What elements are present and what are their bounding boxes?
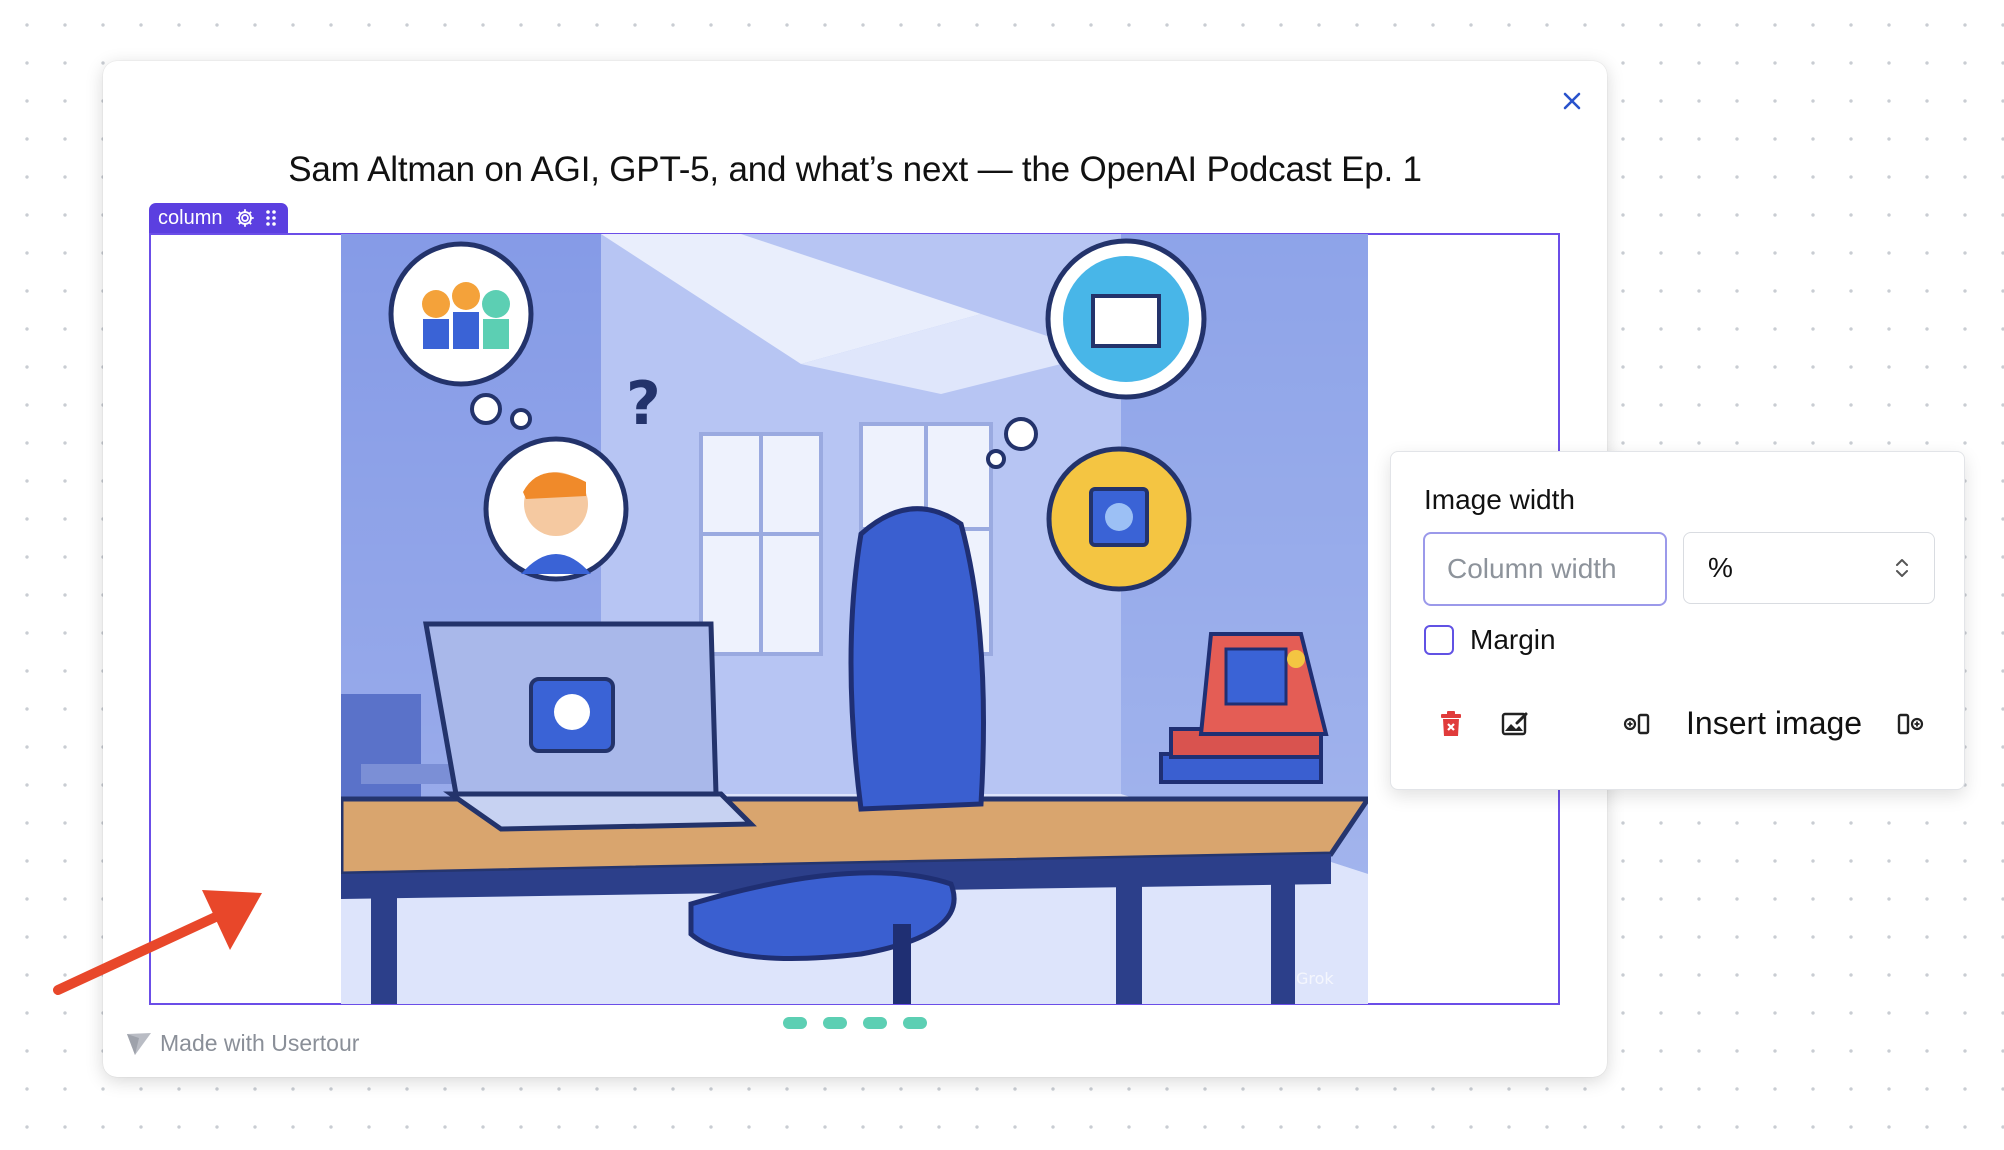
carousel-dot[interactable]	[863, 1017, 887, 1029]
usertour-logo-icon	[127, 1032, 151, 1055]
annotation-arrow-icon	[53, 890, 262, 995]
gear-icon[interactable]	[234, 207, 256, 229]
replace-image-button[interactable]	[1499, 708, 1531, 740]
image-width-label: Image width	[1424, 484, 1575, 515]
insert-image-label[interactable]: Insert image	[1686, 705, 1862, 742]
carousel-dot[interactable]	[783, 1017, 807, 1029]
replace-image-icon	[1501, 712, 1528, 736]
insert-right-button[interactable]	[1894, 708, 1926, 740]
carousel-dots	[783, 1017, 927, 1029]
unit-select[interactable]: %	[1683, 532, 1935, 604]
insert-left-icon	[1623, 713, 1650, 735]
content-image[interactable]: ? Grok	[341, 234, 1368, 1004]
drag-handle-icon[interactable]	[264, 208, 278, 228]
svg-text:?: ?	[626, 369, 661, 439]
chevron-up-down-icon	[1894, 557, 1910, 579]
modal-title: Sam Altman on AGI, GPT-5, and what’s nex…	[288, 150, 1422, 189]
close-icon	[1563, 92, 1581, 110]
close-button[interactable]	[1555, 84, 1589, 118]
image-settings-popover: Image width % Margin	[1390, 451, 1965, 790]
unit-select-value: %	[1708, 552, 1733, 583]
insert-left-button[interactable]	[1621, 708, 1653, 740]
branding-text: Made with Usertour	[160, 1030, 360, 1056]
image-watermark: Grok	[1296, 969, 1334, 988]
column-width-input[interactable]	[1423, 532, 1667, 606]
column-tag-label: column	[158, 206, 223, 229]
carousel-dot[interactable]	[823, 1017, 847, 1029]
delete-button[interactable]	[1435, 708, 1467, 740]
column-tag[interactable]: column	[149, 203, 289, 233]
branding-link[interactable]: Made with Usertour	[125, 1030, 359, 1057]
insert-right-icon	[1897, 713, 1924, 735]
margin-label: Margin	[1470, 624, 1556, 655]
margin-row[interactable]: Margin	[1424, 624, 1556, 656]
delete-icon	[1441, 711, 1461, 736]
carousel-dot[interactable]	[903, 1017, 927, 1029]
margin-checkbox[interactable]	[1424, 625, 1454, 655]
